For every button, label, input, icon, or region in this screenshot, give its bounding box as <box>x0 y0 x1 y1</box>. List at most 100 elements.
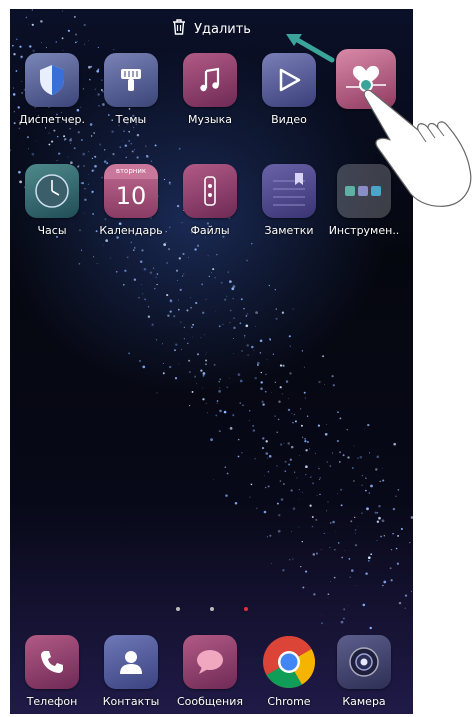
dock-chrome[interactable]: Chrome <box>261 635 317 708</box>
app-icon-music[interactable]: Музыка <box>182 53 238 126</box>
wallpaper-star <box>279 480 282 482</box>
wallpaper-star <box>178 257 181 260</box>
wallpaper-star <box>20 55 23 58</box>
wallpaper-star <box>81 249 83 251</box>
wallpaper-star <box>327 597 329 598</box>
app-icon-notes[interactable]: Заметки <box>261 164 317 237</box>
wallpaper-star <box>318 380 321 384</box>
wallpaper-star <box>176 204 180 208</box>
wallpaper-star <box>292 422 294 424</box>
wallpaper-star <box>174 349 176 352</box>
wallpaper-star <box>98 105 100 107</box>
wallpaper-star <box>269 534 272 537</box>
delete-drop-zone[interactable]: Удалить <box>10 9 413 49</box>
app-icon-files[interactable]: Файлы <box>182 164 238 237</box>
wallpaper-star <box>382 479 385 482</box>
dock-phone[interactable]: Телефон <box>24 635 80 708</box>
wallpaper-star <box>84 187 86 190</box>
wallpaper-star <box>243 307 245 310</box>
wallpaper-star <box>83 165 85 167</box>
wallpaper-star <box>260 387 263 390</box>
wallpaper-star <box>146 155 148 157</box>
page-dot-active[interactable] <box>243 607 248 611</box>
wallpaper-star <box>390 549 393 551</box>
wallpaper-star <box>370 484 373 488</box>
wallpaper-star <box>249 496 251 498</box>
wallpaper-star <box>91 192 93 194</box>
wallpaper-star <box>312 553 316 556</box>
wallpaper-star <box>266 359 268 361</box>
wallpaper-star <box>125 156 127 159</box>
wallpaper-star <box>261 400 264 403</box>
wallpaper-star <box>190 306 193 309</box>
wallpaper-star <box>268 454 272 458</box>
wallpaper-star <box>379 480 381 483</box>
wallpaper-star <box>93 132 96 134</box>
app-icon-calendar[interactable]: вторник 10 Календарь <box>99 164 163 237</box>
wallpaper-star <box>215 310 217 312</box>
wallpaper-star <box>289 559 291 561</box>
wallpaper-star <box>376 512 379 514</box>
wallpaper-star <box>357 457 359 460</box>
wallpaper-star <box>155 276 157 278</box>
wallpaper-star <box>380 535 382 538</box>
wallpaper-star <box>323 532 325 534</box>
wallpaper-star <box>13 53 16 56</box>
wallpaper-star <box>144 298 146 301</box>
app-icon-clock[interactable]: Часы <box>24 164 80 237</box>
wallpaper-star <box>326 461 329 463</box>
wallpaper-star <box>179 288 182 292</box>
trash-icon <box>172 19 186 39</box>
wallpaper-star <box>332 520 335 524</box>
wallpaper-star <box>313 593 316 596</box>
wallpaper-star <box>162 372 165 375</box>
wallpaper-star <box>220 281 223 284</box>
wallpaper-star <box>165 241 167 243</box>
wallpaper-star <box>189 371 191 373</box>
wallpaper-star <box>229 377 230 379</box>
wallpaper-star <box>395 495 397 498</box>
wallpaper-star <box>410 590 413 593</box>
wallpaper-star <box>324 432 328 436</box>
wallpaper-star <box>191 326 193 329</box>
wallpaper-star <box>347 456 350 459</box>
wallpaper-star <box>315 552 319 555</box>
app-icon-dispatcher[interactable]: Диспетчер. <box>19 53 85 126</box>
wallpaper-star <box>161 343 164 345</box>
wallpaper-star <box>187 342 189 345</box>
dock-messages[interactable]: Сообщения <box>177 635 243 708</box>
wallpaper-star <box>300 565 302 568</box>
page-dot[interactable] <box>175 607 180 611</box>
wallpaper-star <box>353 480 355 482</box>
wallpaper-star <box>234 501 238 505</box>
wallpaper-star <box>109 257 111 259</box>
app-icon-themes[interactable]: Темы <box>103 53 159 126</box>
dock-camera[interactable]: Камера <box>336 635 392 708</box>
wallpaper-star <box>369 626 372 630</box>
wallpaper-star <box>261 447 265 450</box>
wallpaper-star <box>354 532 356 534</box>
wallpaper-star <box>196 353 200 356</box>
wallpaper-star <box>383 580 387 584</box>
wallpaper-star <box>397 534 400 537</box>
wallpaper-star <box>219 409 222 413</box>
wallpaper-star <box>168 181 171 184</box>
dock-contacts[interactable]: Контакты <box>103 635 159 708</box>
wallpaper-star <box>134 247 136 249</box>
wallpaper-star <box>303 391 306 394</box>
wallpaper-star <box>156 392 158 394</box>
wallpaper-star <box>81 139 83 141</box>
wallpaper-star <box>367 423 370 427</box>
wallpaper-star <box>188 359 191 362</box>
wallpaper-star <box>241 452 243 454</box>
wallpaper-star <box>194 248 197 251</box>
wallpaper-star <box>64 139 66 141</box>
wallpaper-star <box>337 542 340 544</box>
wallpaper-star <box>128 352 131 355</box>
app-label: Заметки <box>264 224 314 237</box>
page-dot[interactable] <box>209 607 214 611</box>
wallpaper-star <box>284 470 287 473</box>
wallpaper-star <box>343 617 345 620</box>
wallpaper-star <box>163 243 167 246</box>
wallpaper-star <box>194 375 197 378</box>
